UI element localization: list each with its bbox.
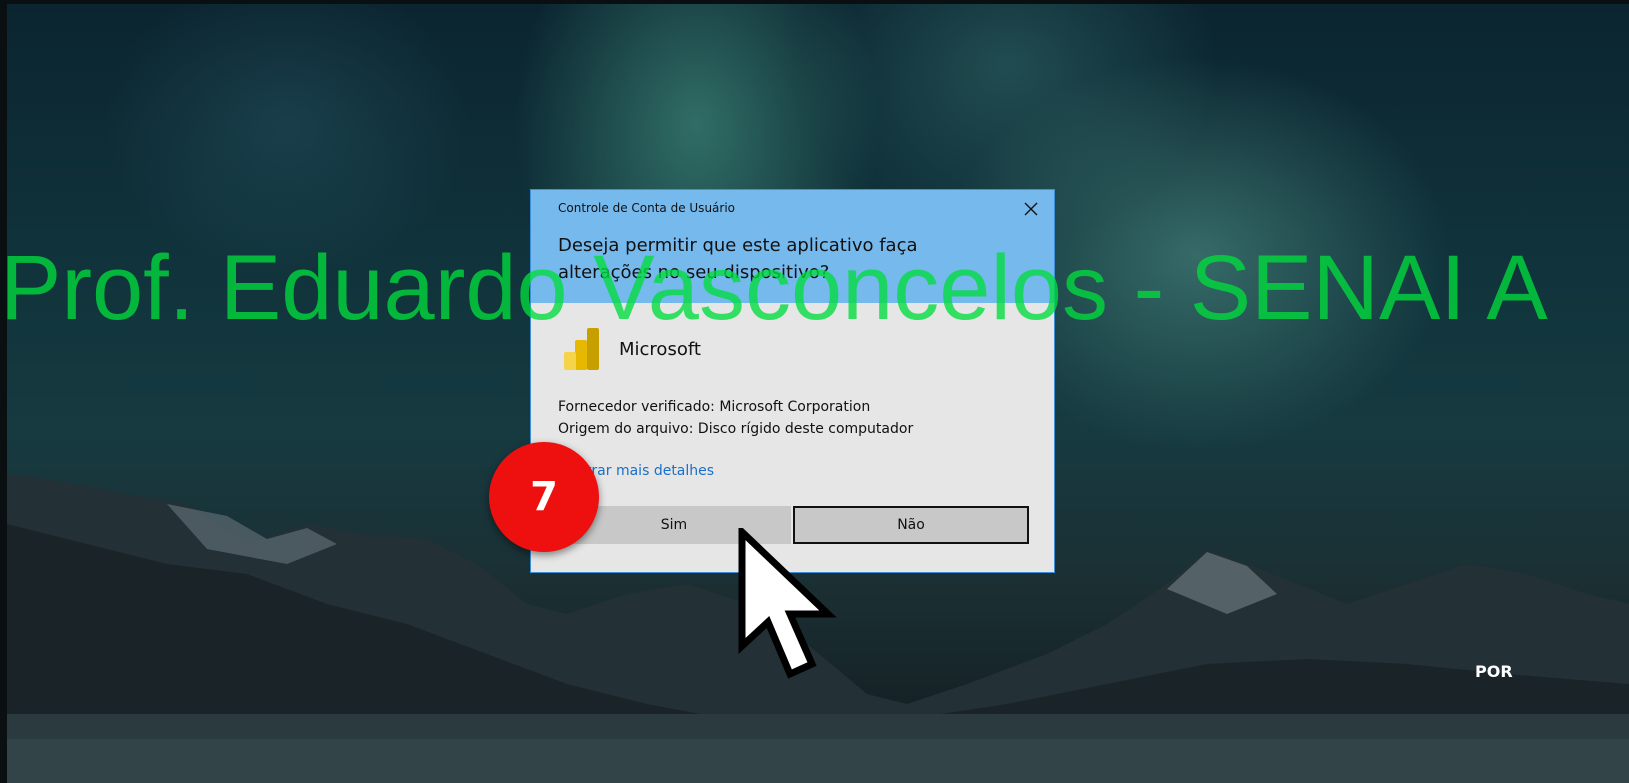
power-bi-icon: [564, 328, 599, 370]
close-icon: [1024, 202, 1038, 216]
publisher-text: Fornecedor verificado: Microsoft Corpora…: [558, 399, 871, 415]
app-name: Microsoft: [619, 338, 701, 360]
language-indicator[interactable]: POR: [1475, 662, 1513, 681]
uac-dialog: Controle de Conta de Usuário Deseja perm…: [530, 189, 1055, 573]
app-info: Microsoft: [561, 324, 701, 374]
mouse-pointer-icon: [738, 528, 837, 679]
close-button[interactable]: [1016, 196, 1046, 222]
origin-text: Origem do arquivo: Disco rígido deste co…: [558, 421, 914, 437]
dialog-title: Controle de Conta de Usuário: [558, 201, 736, 215]
dialog-question: Deseja permitir que este aplicativo faça…: [558, 235, 918, 283]
step-badge: 7: [489, 442, 599, 552]
dialog-header: Controle de Conta de Usuário Deseja perm…: [531, 190, 1054, 303]
dialog-details: Fornecedor verificado: Microsoft Corpora…: [558, 396, 913, 440]
